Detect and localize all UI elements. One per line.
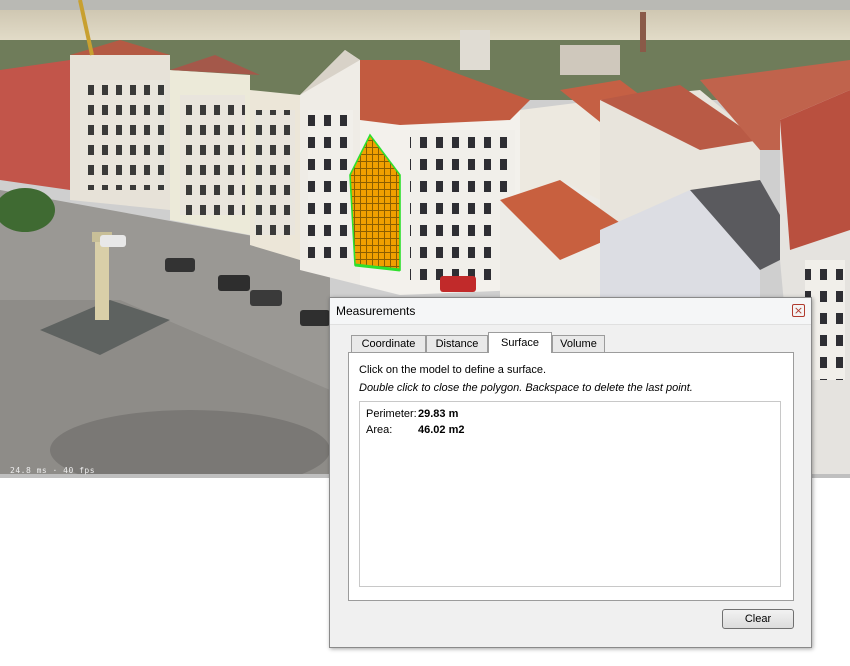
tab-surface[interactable]: Surface <box>488 332 552 353</box>
tab-coordinate[interactable]: Coordinate <box>351 335 426 352</box>
area-row: Area: 46.02 m2 <box>366 424 464 436</box>
tab-volume[interactable]: Volume <box>552 335 605 352</box>
close-icon: × <box>793 304 804 317</box>
perimeter-value: 29.83 m <box>418 408 459 420</box>
hint-text: Double click to close the polygon. Backs… <box>359 382 693 394</box>
tab-distance[interactable]: Distance <box>426 335 488 352</box>
dialog-titlebar[interactable]: Measurements × <box>330 298 811 325</box>
area-value: 46.02 m2 <box>418 424 465 436</box>
close-button[interactable]: × <box>792 304 805 317</box>
area-label: Area: <box>366 424 393 436</box>
perimeter-label: Perimeter: <box>366 408 417 420</box>
results-box: Perimeter:29.83 m Area: 46.02 m2 <box>359 401 781 587</box>
surface-tab-panel: Click on the model to define a surface. … <box>348 352 794 601</box>
measurements-dialog: Measurements × Coordinate Distance Surfa… <box>329 297 812 648</box>
perimeter-row: Perimeter:29.83 m <box>366 408 458 420</box>
clear-button[interactable]: Clear <box>722 609 794 629</box>
instruction-text: Click on the model to define a surface. <box>359 364 547 376</box>
render-status-text: 24.8 ms · 40 fps <box>10 466 96 475</box>
dialog-title: Measurements <box>336 304 416 318</box>
